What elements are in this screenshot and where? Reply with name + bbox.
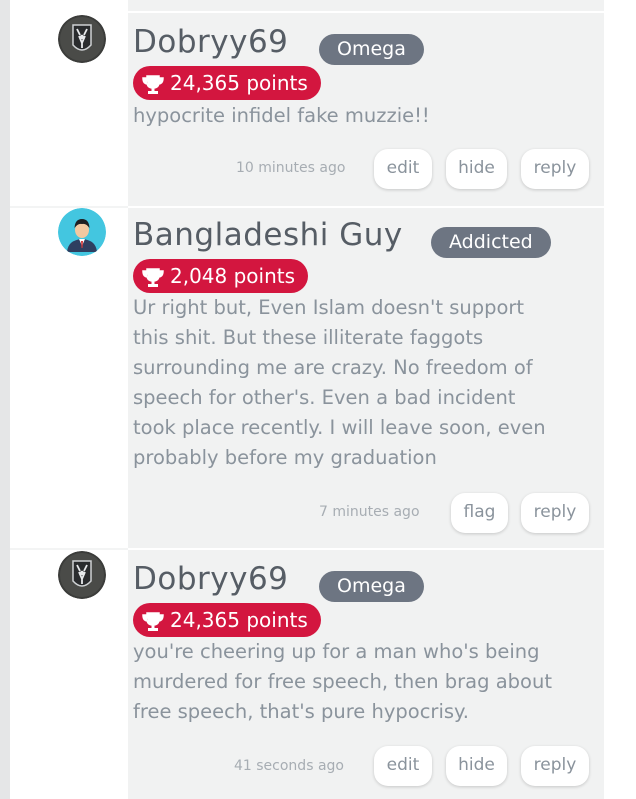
right-frame	[604, 0, 636, 799]
points-label: 24,365 points	[170, 71, 308, 95]
stag-emblem-icon	[58, 15, 106, 63]
points-label: 2,048 points	[170, 264, 296, 288]
comment-text-line: probably before my graduation	[133, 446, 437, 469]
timestamp[interactable]: 10 minutes ago	[236, 160, 345, 176]
hide-button[interactable]: hide	[446, 746, 507, 786]
user-avatar[interactable]	[58, 15, 106, 63]
person-in-suit-icon	[58, 208, 106, 256]
username[interactable]: Bangladeshi Guy	[133, 217, 403, 253]
stag-emblem-icon	[58, 551, 106, 599]
left-frame	[0, 0, 10, 799]
reply-button[interactable]: reply	[521, 149, 589, 189]
comment-text-line: this shit. But these illiterate faggots	[133, 326, 484, 349]
rank-badge: Omega	[319, 34, 424, 65]
rank-badge: Omega	[319, 571, 424, 602]
edit-button[interactable]: edit	[374, 149, 432, 189]
comment-divider	[128, 11, 604, 13]
comment-text-line: took place recently. I will leave soon, …	[133, 416, 546, 439]
points-label: 24,365 points	[170, 608, 308, 632]
user-avatar[interactable]	[58, 551, 106, 599]
rank-badge: Addicted	[431, 227, 551, 258]
points-badge: 24,365 points	[133, 66, 321, 100]
comment-text-line: speech for other's. Even a bad incident	[133, 386, 516, 409]
points-badge: 2,048 points	[133, 259, 309, 293]
trophy-icon	[139, 609, 167, 631]
comment-text-line: you're cheering up for a man who's being	[133, 640, 540, 663]
reply-button[interactable]: reply	[521, 746, 589, 786]
edit-button[interactable]: edit	[374, 746, 432, 786]
timestamp[interactable]: 41 seconds ago	[234, 758, 344, 774]
trophy-icon	[139, 265, 167, 287]
timestamp[interactable]: 7 minutes ago	[319, 504, 420, 520]
comment-text: hypocrite infidel fake muzzie!!	[133, 104, 430, 127]
comment-text-line: Ur right but, Even Islam doesn't support	[133, 296, 525, 319]
trophy-icon	[139, 72, 167, 94]
flag-button[interactable]: flag	[451, 493, 508, 533]
username[interactable]: Dobryy69	[133, 561, 288, 597]
comment-text: Ur right but, Even Islam doesn't support…	[133, 293, 585, 473]
username[interactable]: Dobryy69	[133, 24, 288, 60]
comment-text: you're cheering up for a man who's being…	[133, 637, 585, 727]
comment-text-line: free speech, that's pure hypocrisy.	[133, 700, 469, 723]
points-badge: 24,365 points	[133, 603, 321, 637]
hide-button[interactable]: hide	[446, 149, 507, 189]
comment-text-line: murdered for free speech, then brag abou…	[133, 670, 552, 693]
user-avatar[interactable]	[58, 208, 106, 256]
reply-button[interactable]: reply	[521, 493, 589, 533]
comment-text-line: surrounding me are crazy. No freedom of	[133, 356, 533, 379]
